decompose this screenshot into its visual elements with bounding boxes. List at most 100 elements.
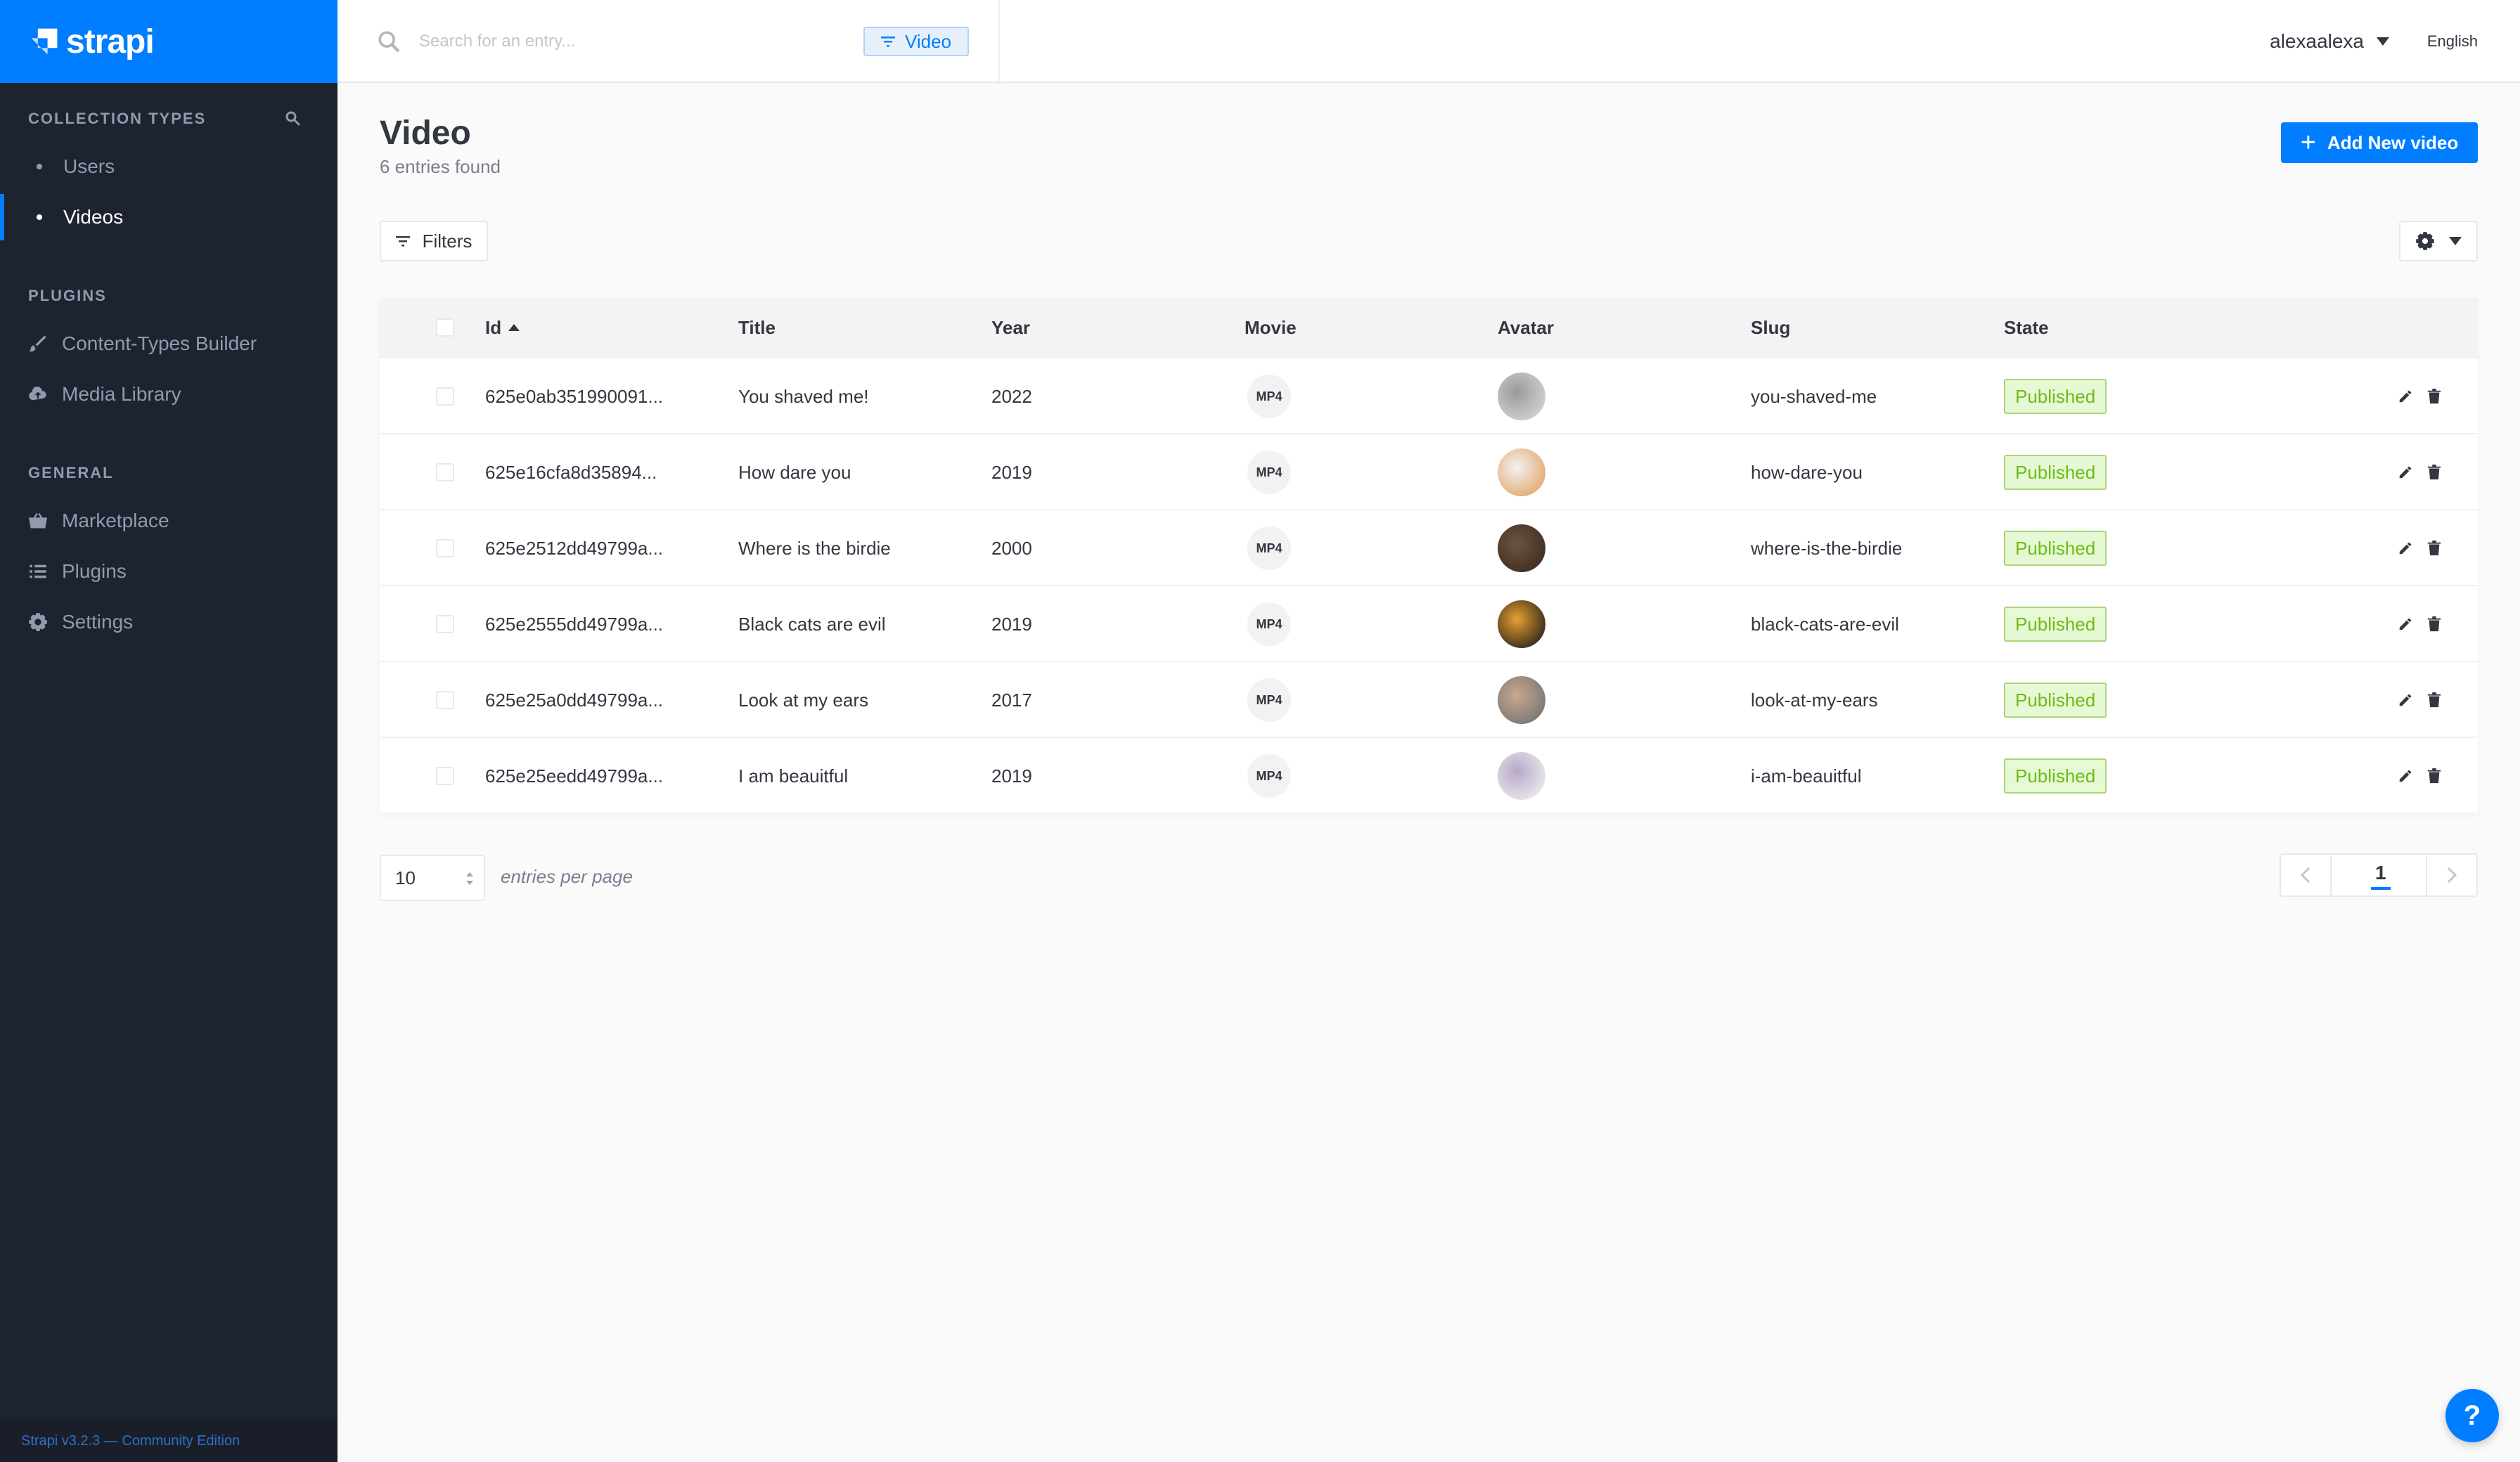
- cat-avatar-image: [1498, 600, 1545, 648]
- sidebar-item-settings[interactable]: Settings: [0, 599, 338, 645]
- language-selector[interactable]: English: [2427, 0, 2478, 83]
- delete-trash-icon[interactable]: [2427, 541, 2441, 556]
- table-row[interactable]: 625e25a0dd49799a... Look at my ears 2017 MP…: [380, 661, 2478, 737]
- table-row[interactable]: 625e0ab351990091... You shaved me! 2022 MP4…: [380, 357, 2478, 433]
- row-actions: [2398, 738, 2441, 814]
- row-checkbox-cell: [436, 434, 454, 510]
- mp4-file-icon: MP4: [1247, 754, 1291, 798]
- column-header-year[interactable]: Year: [991, 298, 1030, 357]
- user-menu[interactable]: alexaalexa: [2270, 0, 2389, 83]
- edit-pencil-icon[interactable]: [2398, 692, 2413, 708]
- add-new-video-button[interactable]: + Add New video: [2281, 122, 2478, 163]
- row-actions: [2398, 662, 2441, 738]
- entries-count: 6 entries found: [380, 156, 501, 177]
- next-page-button[interactable]: [2426, 855, 2476, 895]
- cell-year: 2019: [991, 765, 1032, 787]
- mp4-file-icon: MP4: [1247, 526, 1291, 570]
- select-all-cell[interactable]: [436, 298, 454, 357]
- edit-pencil-icon[interactable]: [2398, 616, 2413, 632]
- edit-pencil-icon[interactable]: [2398, 541, 2413, 556]
- table-row[interactable]: 625e25eedd49799a... I am beauitful 2019 MP4…: [380, 737, 2478, 813]
- row-checkbox[interactable]: [436, 539, 454, 557]
- cat-avatar-image: [1498, 373, 1545, 420]
- sidebar-item-users[interactable]: Users: [0, 143, 338, 190]
- cell-avatar: [1498, 358, 1545, 434]
- per-page-value: 10: [395, 867, 416, 888]
- delete-trash-icon[interactable]: [2427, 768, 2441, 784]
- delete-trash-icon[interactable]: [2427, 692, 2441, 708]
- cell-year: 2022: [991, 385, 1032, 407]
- row-checkbox-cell: [436, 738, 454, 814]
- cell-year: 2017: [991, 689, 1032, 711]
- sidebar-item-videos[interactable]: Videos: [0, 194, 338, 240]
- cell-year: 2019: [991, 613, 1032, 635]
- search-filter-chip[interactable]: Video: [863, 27, 969, 56]
- row-checkbox[interactable]: [436, 691, 454, 709]
- delete-trash-icon[interactable]: [2427, 389, 2441, 404]
- basket-icon: [28, 512, 48, 529]
- column-header-movie[interactable]: Movie: [1245, 298, 1297, 357]
- table-row[interactable]: 625e16cfa8d35894... How dare you 2019 MP4 ho…: [380, 433, 2478, 509]
- sidebar-item-plugins[interactable]: Plugins: [0, 548, 338, 595]
- chip-label: Video: [904, 30, 952, 52]
- general-title: General: [28, 464, 114, 481]
- sidebar-item-marketplace[interactable]: Marketplace: [0, 498, 338, 544]
- cell-avatar: [1498, 662, 1545, 738]
- cell-id: 625e2512dd49799a...: [485, 537, 664, 559]
- cell-slug: i-am-beauitful: [1751, 765, 1862, 787]
- row-checkbox[interactable]: [436, 767, 454, 785]
- sidebar-item-media-library[interactable]: Media Library: [0, 371, 338, 418]
- cell-avatar: [1498, 586, 1545, 662]
- entries-table: Id Title Year Movie Avatar Slug State 62…: [380, 298, 2478, 813]
- cat-avatar-image: [1498, 752, 1545, 800]
- edit-pencil-icon[interactable]: [2398, 465, 2413, 480]
- gear-icon: [29, 613, 47, 631]
- edit-pencil-icon[interactable]: [2398, 768, 2413, 784]
- sidebar-item-label: Settings: [62, 611, 134, 633]
- sort-asc-icon: [508, 324, 520, 331]
- column-header-title[interactable]: Title: [738, 298, 776, 357]
- bullet-icon: [37, 164, 42, 169]
- cell-movie: MP4: [1247, 434, 1291, 510]
- top-bar: Video alexaalexa English: [338, 0, 2520, 83]
- gear-icon: [2416, 232, 2434, 250]
- row-checkbox[interactable]: [436, 463, 454, 481]
- row-checkbox-cell: [436, 358, 454, 434]
- caret-down-icon: [2449, 237, 2462, 245]
- cell-state: Published: [2004, 358, 2107, 434]
- row-checkbox-cell: [436, 510, 454, 586]
- sidebar-search-icon[interactable]: [284, 110, 301, 127]
- status-badge: Published: [2004, 379, 2107, 414]
- column-header-id[interactable]: Id: [485, 298, 520, 357]
- sidebar: strapi Collection Types Users Videos Plu…: [0, 0, 338, 1462]
- row-checkbox[interactable]: [436, 387, 454, 406]
- select-all-checkbox[interactable]: [436, 318, 454, 337]
- cell-movie: MP4: [1247, 358, 1291, 434]
- help-button[interactable]: ?: [2445, 1389, 2499, 1442]
- table-row[interactable]: 625e2555dd49799a... Black cats are evil 20…: [380, 585, 2478, 661]
- cell-year: 2000: [991, 537, 1032, 559]
- column-header-avatar[interactable]: Avatar: [1498, 298, 1554, 357]
- filters-button[interactable]: Filters: [380, 221, 488, 261]
- cat-avatar-image: [1498, 676, 1545, 724]
- row-checkbox[interactable]: [436, 615, 454, 633]
- sidebar-item-content-types-builder[interactable]: Content-Types Builder: [0, 321, 338, 367]
- delete-trash-icon[interactable]: [2427, 616, 2441, 632]
- delete-trash-icon[interactable]: [2427, 465, 2441, 480]
- column-header-state[interactable]: State: [2004, 298, 2049, 357]
- column-header-slug[interactable]: Slug: [1751, 298, 1790, 357]
- edit-pencil-icon[interactable]: [2398, 389, 2413, 404]
- brand-header[interactable]: strapi: [0, 0, 338, 83]
- cell-id: 625e0ab351990091...: [485, 385, 664, 407]
- cell-avatar: [1498, 738, 1545, 814]
- per-page-select[interactable]: 10: [380, 855, 485, 901]
- list-settings-button[interactable]: [2399, 221, 2478, 261]
- sidebar-item-label: Marketplace: [62, 510, 169, 531]
- caret-down-icon: [2377, 37, 2389, 46]
- previous-page-button[interactable]: [2281, 855, 2332, 895]
- table-row[interactable]: 625e2512dd49799a... Where is the birdie 20…: [380, 509, 2478, 585]
- cell-id: 625e16cfa8d35894...: [485, 461, 657, 483]
- search-input[interactable]: [419, 25, 841, 58]
- cloud-upload-icon: [29, 386, 46, 401]
- page-number-current[interactable]: 1: [2371, 862, 2391, 890]
